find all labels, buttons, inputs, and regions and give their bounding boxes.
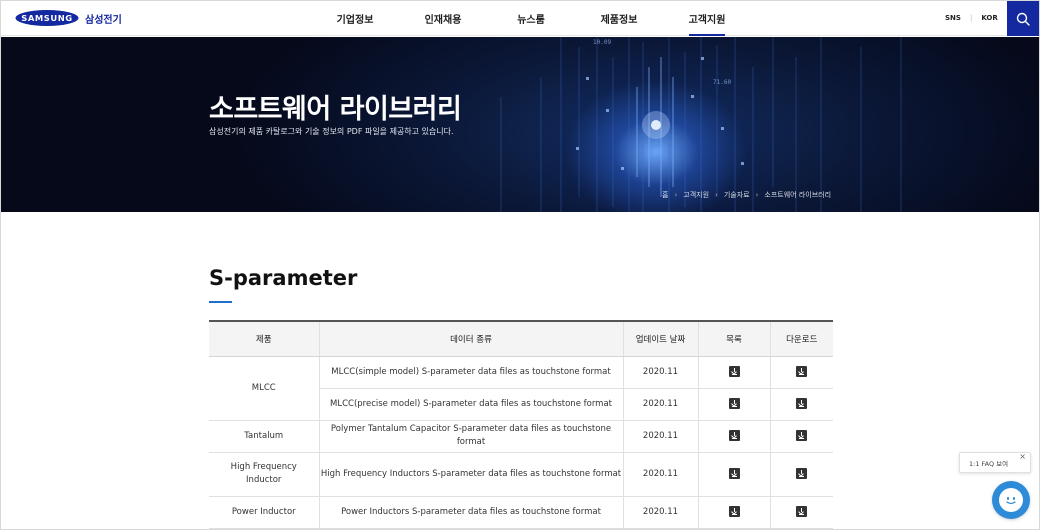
samsung-logo-subtitle: 삼성전기 [85, 14, 122, 26]
cell-product: Power Inductor [209, 496, 319, 529]
table-row: Tantalum Polymer Tantalum Capacitor S-pa… [209, 420, 833, 453]
cell-update-date: 2020.11 [622, 496, 698, 529]
cell-update-date: 2020.11 [622, 420, 698, 453]
list-download-icon[interactable] [728, 429, 740, 441]
chatbot-button[interactable] [992, 481, 1030, 519]
s-parameter-table: 제품 데이터 종류 업데이트 날짜 목록 다운로드 MLCC MLCC(simp… [209, 320, 833, 529]
nav-newsroom[interactable]: 뉴스룸 [487, 1, 575, 36]
cell-data-type: High Frequency Inductors S-parameter dat… [318, 452, 623, 497]
hero-banner: 10.09 71.60 소프트웨어 라이브러리 삼성전기의 제품 카탈로그와 기… [1, 37, 1039, 212]
cell-update-date: 2020.11 [622, 388, 698, 421]
download-icon[interactable] [796, 429, 808, 441]
col-header-list: 목록 [697, 320, 770, 357]
hero-background-graphic [500, 37, 902, 212]
cell-product: MLCC [209, 356, 319, 421]
nav-company-info[interactable]: 기업정보 [311, 1, 399, 36]
search-icon [1016, 12, 1030, 26]
cell-download [769, 420, 833, 453]
hero-overlay-number-1: 10.09 [593, 39, 612, 46]
cell-list [697, 356, 770, 389]
cell-list [697, 388, 770, 421]
cell-data-type: MLCC(precise model) S-parameter data fil… [318, 388, 623, 421]
cell-data-type: MLCC(simple model) S-parameter data file… [318, 356, 623, 389]
nav-customer-support[interactable]: 고객지원 [663, 1, 751, 36]
global-header: SAMSUNG 삼성전기 기업정보 인재채용 뉴스룸 제품정보 고객지원 SNS… [1, 1, 1039, 36]
util-divider: | [969, 14, 973, 22]
chatbot-face-icon [999, 488, 1023, 512]
download-icon[interactable] [796, 365, 808, 377]
utility-links: SNS | KOR [945, 14, 998, 22]
section-title-underline [209, 301, 232, 303]
faq-tooltip[interactable]: 1:1 FAQ 보여 × [959, 452, 1031, 473]
language-selector[interactable]: KOR [981, 14, 997, 22]
cell-data-type: Polymer Tantalum Capacitor S-parameter d… [318, 420, 623, 453]
cell-product-text: High Frequency Inductor [230, 462, 297, 485]
download-icon[interactable] [796, 505, 808, 517]
cell-update-date: 2020.11 [622, 452, 698, 497]
list-download-icon[interactable] [728, 397, 740, 409]
cell-download [769, 356, 833, 389]
cell-download [769, 388, 833, 421]
table-row: Power Inductor Power Inductors S-paramet… [209, 496, 833, 529]
samsung-logo-mark: SAMSUNG [15, 10, 79, 26]
cell-list [697, 420, 770, 453]
faq-label: 1:1 FAQ 보여 [969, 459, 1009, 468]
col-header-update-date: 업데이트 날짜 [622, 320, 698, 357]
sns-link[interactable]: SNS [945, 14, 961, 22]
close-icon[interactable]: × [1019, 452, 1026, 461]
cell-update-date: 2020.11 [622, 356, 698, 389]
col-header-product: 제품 [209, 320, 319, 357]
chevron-right-icon: › [674, 191, 678, 199]
table-row: High Frequency Inductor High Frequency I… [209, 452, 833, 497]
breadcrumb-current: 소프트웨어 라이브러리 [764, 191, 832, 199]
cell-download [769, 496, 833, 529]
col-header-download: 다운로드 [769, 320, 833, 357]
cell-product: Tantalum [209, 420, 319, 453]
page-frame: SAMSUNG 삼성전기 기업정보 인재채용 뉴스룸 제품정보 고객지원 SNS… [0, 0, 1040, 530]
breadcrumb-home[interactable]: 홈 [662, 190, 668, 200]
hero-overlay-number-2: 71.60 [713, 79, 732, 86]
table-header-row: 제품 데이터 종류 업데이트 날짜 목록 다운로드 [209, 320, 833, 357]
cell-list [697, 452, 770, 497]
breadcrumb-tech-data[interactable]: 기술자료 [724, 190, 750, 200]
page-title: 소프트웨어 라이브러리 [209, 94, 462, 125]
cell-product: High Frequency Inductor [209, 452, 319, 497]
search-button[interactable] [1007, 1, 1039, 36]
cell-data-type: Power Inductors S-parameter data files a… [318, 496, 623, 529]
global-nav: 기업정보 인재채용 뉴스룸 제품정보 고객지원 [311, 1, 751, 36]
cell-list [697, 496, 770, 529]
cell-download [769, 452, 833, 497]
samsung-logo[interactable]: SAMSUNG 삼성전기 [15, 10, 122, 26]
chevron-right-icon: › [755, 191, 759, 199]
download-icon[interactable] [796, 467, 808, 479]
nav-careers[interactable]: 인재채용 [399, 1, 487, 36]
list-download-icon[interactable] [728, 365, 740, 377]
section-title: S-parameter [209, 266, 358, 290]
list-download-icon[interactable] [728, 467, 740, 479]
breadcrumb: 홈 › 고객지원 › 기술자료 › 소프트웨어 라이브러리 [662, 190, 831, 200]
chevron-right-icon: › [715, 191, 718, 199]
table-row: MLCC MLCC(simple model) S-parameter data… [209, 356, 833, 421]
nav-products[interactable]: 제품정보 [575, 1, 663, 36]
page-description: 삼성전기의 제품 카탈로그와 기술 정보의 PDF 파일을 제공하고 있습니다. [209, 127, 454, 136]
breadcrumb-customer-support[interactable]: 고객지원 [683, 190, 709, 200]
download-icon[interactable] [796, 397, 808, 409]
list-download-icon[interactable] [728, 505, 740, 517]
col-header-data-type: 데이터 종류 [318, 320, 623, 357]
